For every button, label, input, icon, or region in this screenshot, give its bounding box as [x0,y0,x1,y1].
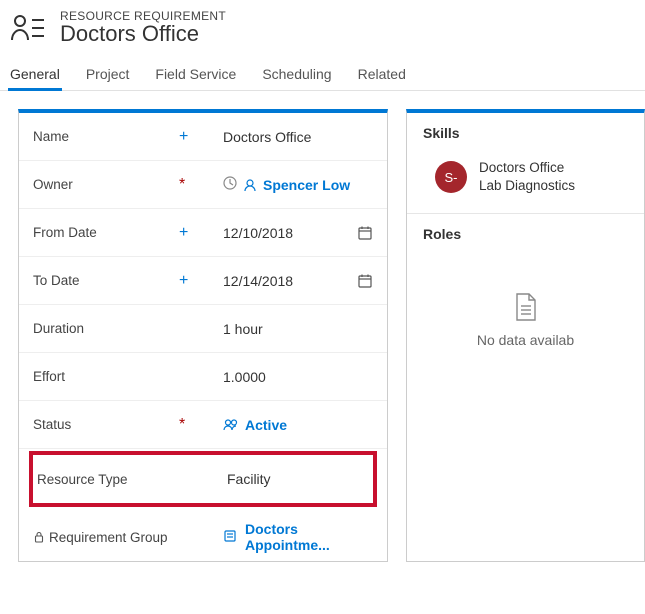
from-date-text: 12/10/2018 [223,225,293,241]
field-owner[interactable]: Owner * Spencer Low [19,161,387,209]
field-status[interactable]: Status * Active [19,401,387,449]
label-from-date: From Date [33,225,183,240]
req-group-link-text: Doctors Appointme... [245,521,373,553]
clock-icon [223,176,237,193]
page-title: Doctors Office [60,21,226,47]
recommended-marker: + [179,128,188,146]
calendar-icon[interactable] [357,273,373,289]
label-status: Status [33,417,183,432]
avatar: S- [435,161,467,193]
value-to-date[interactable]: 12/14/2018 [223,273,373,289]
person-icon [243,178,257,192]
tab-field-service[interactable]: Field Service [153,60,238,90]
calendar-icon[interactable] [357,225,373,241]
skills-section-title: Skills [407,113,644,151]
content-area: Name + Doctors Office Owner * Spencer Lo… [0,91,645,562]
req-group-label-text: Requirement Group [49,530,168,545]
label-to-date: To Date [33,273,183,288]
field-name[interactable]: Name + Doctors Office [19,113,387,161]
label-resource-type: Resource Type [37,472,187,487]
value-from-date[interactable]: 12/10/2018 [223,225,373,241]
field-resource-type[interactable]: Resource Type Facility [33,455,373,503]
roles-empty-state: No data availab [407,252,644,368]
to-date-text: 12/14/2018 [223,273,293,289]
page-header: RESOURCE REQUIREMENT Doctors Office [0,0,645,60]
value-requirement-group[interactable]: Doctors Appointme... [223,521,373,553]
resource-requirement-icon [8,8,48,48]
skills-line2: Lab Diagnostics [479,177,575,195]
tab-scheduling[interactable]: Scheduling [260,60,333,90]
recommended-marker: + [179,272,188,290]
side-panel: Skills S- Doctors Office Lab Diagnostics… [406,109,645,562]
no-data-text: No data availab [477,332,574,348]
required-marker: * [179,416,185,434]
value-duration: 1 hour [223,321,373,337]
label-name: Name [33,129,183,144]
document-icon [513,292,539,322]
tab-general[interactable]: General [8,60,62,90]
skills-line1: Doctors Office [479,159,575,177]
tab-related[interactable]: Related [356,60,408,90]
value-name: Doctors Office [223,129,373,145]
field-from-date[interactable]: From Date + 12/10/2018 [19,209,387,257]
status-link-text: Active [245,417,287,433]
value-effort: 1.0000 [223,369,373,385]
field-effort[interactable]: Effort 1.0000 [19,353,387,401]
skills-text: Doctors Office Lab Diagnostics [479,159,575,195]
value-status[interactable]: Active [223,417,373,433]
label-duration: Duration [33,321,183,336]
value-resource-type: Facility [227,471,369,487]
tab-bar: General Project Field Service Scheduling… [0,60,645,91]
tab-project[interactable]: Project [84,60,132,90]
label-owner: Owner [33,177,183,192]
value-owner[interactable]: Spencer Low [223,176,373,193]
owner-link-text: Spencer Low [263,177,350,193]
label-effort: Effort [33,369,183,384]
required-marker: * [179,176,185,194]
record-icon [223,529,237,546]
field-duration[interactable]: Duration 1 hour [19,305,387,353]
label-requirement-group: Requirement Group [33,530,183,545]
header-text: RESOURCE REQUIREMENT Doctors Office [60,9,226,47]
form-panel: Name + Doctors Office Owner * Spencer Lo… [18,109,388,562]
field-to-date[interactable]: To Date + 12/14/2018 [19,257,387,305]
recommended-marker: + [179,224,188,242]
lock-icon [33,531,45,543]
roles-section-title: Roles [407,214,644,252]
highlight-resource-type: Resource Type Facility [29,451,377,507]
skills-item[interactable]: S- Doctors Office Lab Diagnostics [407,151,644,213]
field-requirement-group[interactable]: Requirement Group Doctors Appointme... [19,513,387,561]
people-icon [223,418,239,432]
